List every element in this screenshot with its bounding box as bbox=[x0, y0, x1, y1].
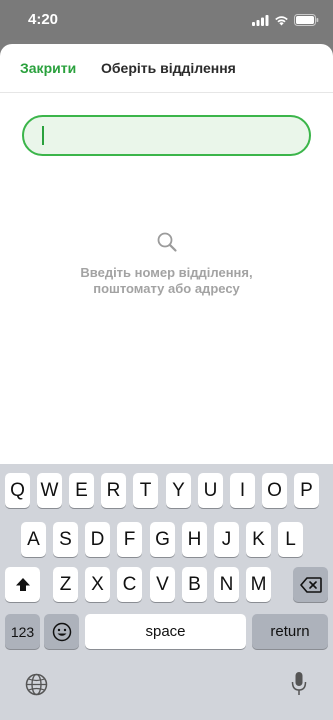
keyboard: Q W E R T Y U I O P A S D F G H J K L Z … bbox=[0, 464, 333, 720]
space-key[interactable]: space bbox=[85, 614, 246, 649]
key-v[interactable]: V bbox=[150, 567, 175, 602]
branch-picker-sheet: Закрити Оберіть відділення Введіть номер… bbox=[0, 44, 333, 464]
return-key[interactable]: return bbox=[252, 614, 328, 649]
key-b[interactable]: B bbox=[182, 567, 207, 602]
emoji-key[interactable] bbox=[44, 614, 79, 649]
numbers-key[interactable]: 123 bbox=[5, 614, 40, 649]
key-q[interactable]: Q bbox=[5, 473, 30, 508]
key-e[interactable]: E bbox=[69, 473, 94, 508]
status-time: 4:20 bbox=[28, 11, 59, 28]
key-d[interactable]: D bbox=[85, 522, 110, 557]
sheet-header: Закрити Оберіть відділення bbox=[0, 44, 333, 93]
status-bar: 4:20 bbox=[0, 0, 333, 40]
key-s[interactable]: S bbox=[53, 522, 78, 557]
search-input[interactable] bbox=[22, 115, 311, 156]
shift-icon bbox=[15, 577, 30, 591]
key-n[interactable]: N bbox=[214, 567, 239, 602]
key-k[interactable]: K bbox=[246, 522, 271, 557]
key-g[interactable]: G bbox=[150, 522, 175, 557]
key-y[interactable]: Y bbox=[166, 473, 191, 508]
key-i[interactable]: I bbox=[230, 473, 255, 508]
key-r[interactable]: R bbox=[101, 473, 126, 508]
text-caret bbox=[42, 126, 44, 145]
key-l[interactable]: L bbox=[278, 522, 303, 557]
key-u[interactable]: U bbox=[198, 473, 223, 508]
key-m[interactable]: M bbox=[246, 567, 271, 602]
microphone-icon[interactable] bbox=[291, 671, 307, 697]
empty-state-line-2: поштомату або адресу bbox=[93, 281, 240, 296]
key-f[interactable]: F bbox=[117, 522, 142, 557]
emoji-icon bbox=[52, 622, 71, 641]
key-z[interactable]: Z bbox=[53, 567, 78, 602]
page-title: Оберіть відділення bbox=[101, 60, 236, 76]
key-x[interactable]: X bbox=[85, 567, 110, 602]
status-icons bbox=[252, 13, 319, 27]
battery-icon bbox=[294, 14, 319, 26]
key-c[interactable]: C bbox=[117, 567, 142, 602]
empty-state-line-1: Введіть номер відділення, bbox=[80, 265, 253, 280]
backspace-icon bbox=[299, 576, 322, 593]
key-o[interactable]: O bbox=[262, 473, 287, 508]
key-j[interactable]: J bbox=[214, 522, 239, 557]
search-icon bbox=[157, 232, 177, 252]
backspace-key[interactable] bbox=[293, 567, 328, 602]
key-w[interactable]: W bbox=[37, 473, 62, 508]
globe-icon[interactable] bbox=[25, 673, 48, 696]
close-button[interactable]: Закрити bbox=[20, 60, 76, 76]
key-h[interactable]: H bbox=[182, 522, 207, 557]
wifi-icon bbox=[275, 15, 288, 25]
key-a[interactable]: A bbox=[21, 522, 46, 557]
signal-icon bbox=[252, 14, 269, 26]
key-t[interactable]: T bbox=[133, 473, 158, 508]
shift-key[interactable] bbox=[5, 567, 40, 602]
empty-state-hint: Введіть номер відділення, поштомату або … bbox=[40, 265, 293, 297]
key-p[interactable]: P bbox=[294, 473, 319, 508]
